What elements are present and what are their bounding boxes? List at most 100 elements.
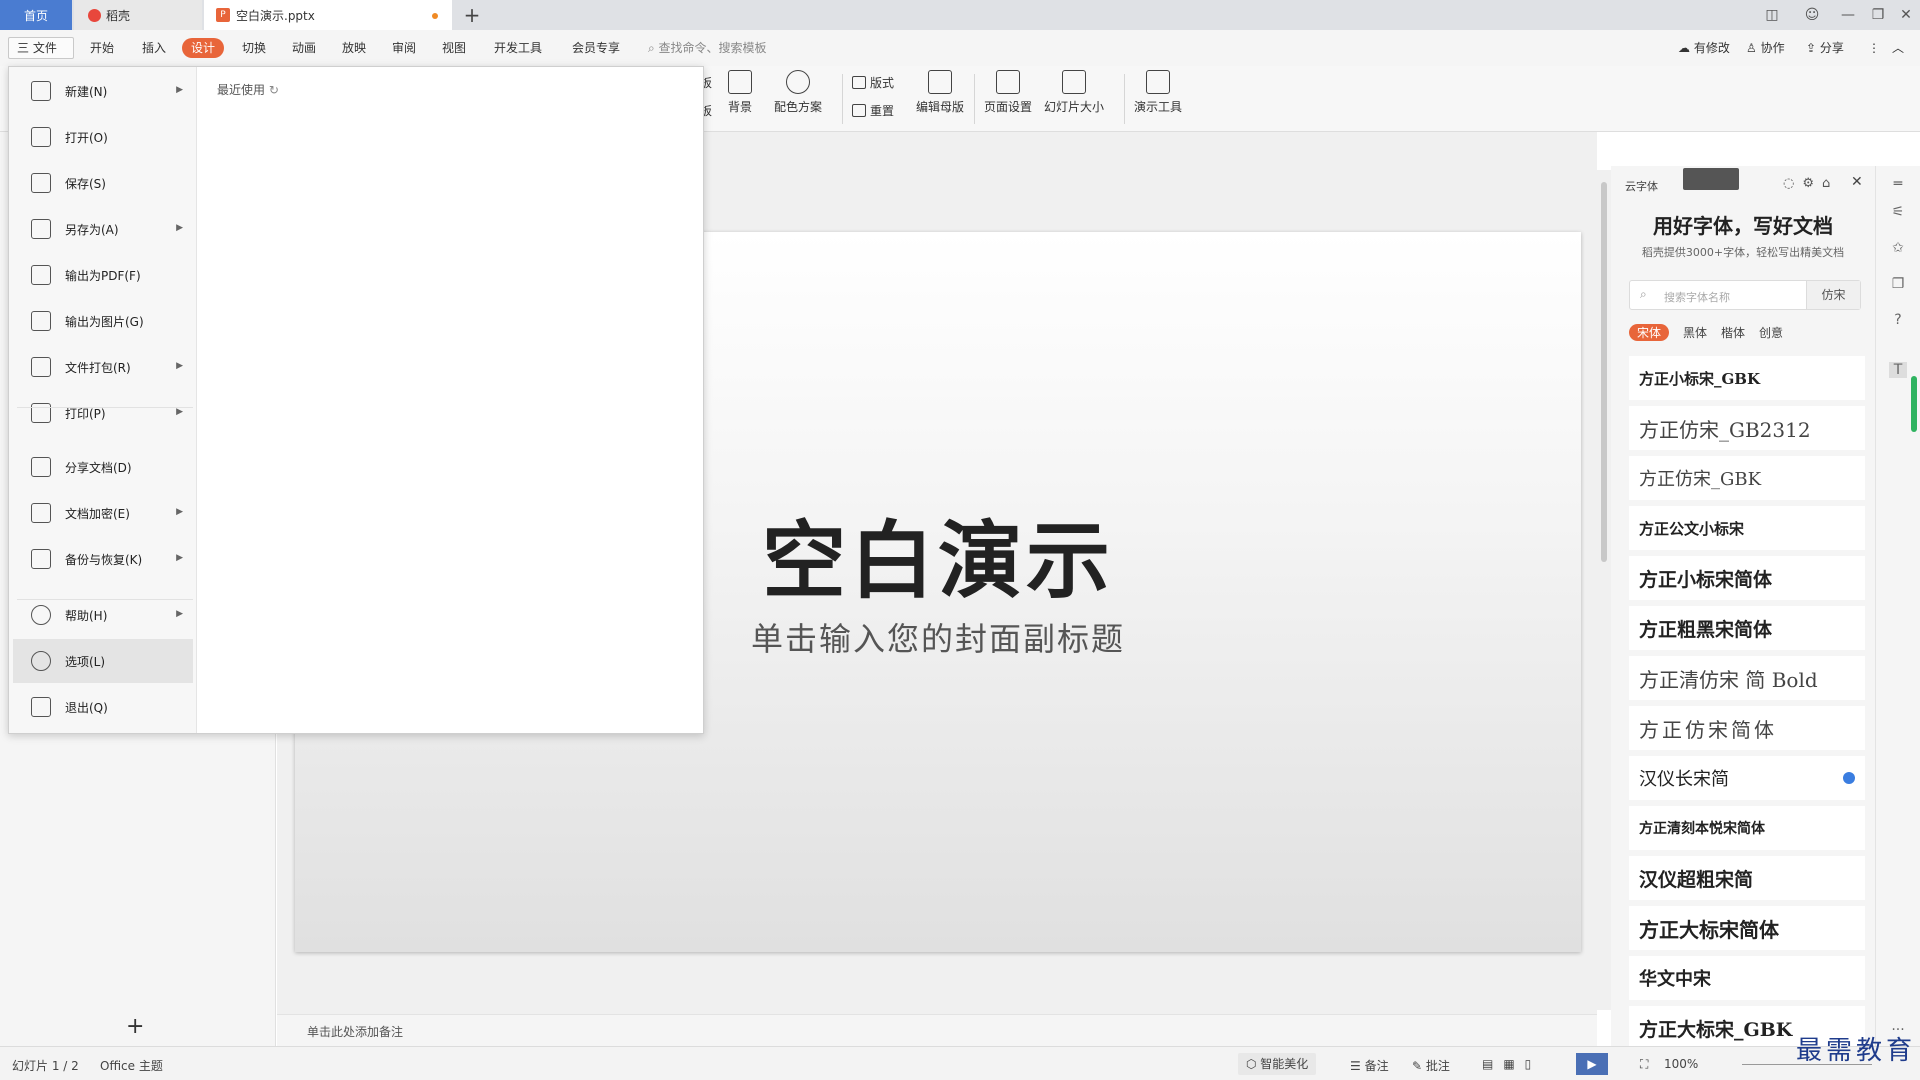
menu-save-as[interactable]: 另存为(A) ▶ [13,207,193,251]
menu-backup[interactable]: 备份与恢复(K) ▶ [13,537,193,581]
copy-icon[interactable]: ❐ [1889,276,1907,292]
font-item[interactable]: 方正仿宋简体 [1629,706,1865,750]
font-item[interactable]: 方正仿宋_GB2312 [1629,406,1865,450]
cloud-font-dropdown[interactable]: 云字体 [1625,178,1658,194]
menu-new[interactable]: 新建(N) ▶ [13,69,193,113]
palette-icon [786,70,810,94]
tab-document[interactable]: P 空白演示.pptx [204,0,452,30]
font-item-hanyi-changsong[interactable]: 汉仪长宋简 [1629,756,1865,800]
slide-size-icon [1062,70,1086,94]
font-search-input[interactable]: ⌕ 搜索字体名称 仿宋 [1629,280,1861,310]
collapse-icon[interactable]: ═ [1889,176,1907,192]
menu-help[interactable]: 帮助(H) ▶ [13,593,193,637]
menu-encrypt[interactable]: 文档加密(E) ▶ [13,491,193,535]
layout-icon[interactable]: ◫ [1756,0,1788,30]
menu-save[interactable]: 保存(S) [13,161,193,205]
collaborate-button[interactable]: ♙ 协作 [1746,38,1785,58]
modified-button[interactable]: ☁ 有修改 [1678,38,1730,58]
color-scheme-button[interactable]: 配色方案 [774,70,822,115]
font-cat-hei[interactable]: 黑体 [1683,324,1707,341]
menu-print[interactable]: 打印(P) ▶ [13,391,193,435]
menu-exit[interactable]: 退出(Q) [13,685,193,729]
menu-package[interactable]: 文件打包(R) ▶ [13,345,193,389]
pin-icon[interactable]: ✩ [1889,240,1907,256]
menu-item-animation[interactable]: 动画 [286,38,322,58]
tab-home[interactable]: 首页 [0,0,72,30]
command-search-placeholder: 查找命令、搜索模板 [658,41,767,55]
arrow-right-icon: ▶ [176,507,183,517]
present-tools-button[interactable]: 演示工具 [1134,70,1182,115]
settings-sliders-icon[interactable]: ⚟ [1889,204,1907,220]
cloud-font-panel: 云字体 ◌⚙⌂ ✕ 用好字体，写好文档 稻壳提供3000+字体，轻松写出精美文档… [1611,166,1875,1050]
avatar[interactable]: ☺ [1796,0,1828,30]
canvas-scrollbar[interactable] [1597,170,1611,1010]
scrollbar-thumb[interactable] [1601,182,1607,562]
notes-area[interactable]: 单击此处添加备注 [277,1014,1597,1046]
font-search-suggest[interactable]: 仿宋 [1806,281,1860,309]
menu-options[interactable]: 选项(L) [13,639,193,683]
menu-open[interactable]: 打开(O) [13,115,193,159]
slide-size-button[interactable]: 幻灯片大小 [1044,70,1104,115]
tab-daoke[interactable]: 稻壳 [74,0,202,30]
menu-export-image[interactable]: 输出为图片(G) [13,299,193,343]
new-tab-button[interactable]: + [458,0,486,30]
background-icon [728,70,752,94]
font-cat-song[interactable]: 宋体 [1629,324,1670,341]
play-slideshow-button[interactable]: ▶ [1576,1053,1608,1075]
zoom-level[interactable]: 100% [1664,1057,1698,1071]
close-panel-icon[interactable]: ✕ [1851,174,1863,190]
font-item[interactable]: 方正粗黑宋简体 [1629,606,1865,650]
panel-tools-icon[interactable]: ◌⚙⌂ [1783,176,1838,191]
font-item[interactable]: 华文中宋 [1629,956,1865,1000]
save-as-icon [31,219,51,239]
help-icon[interactable]: ? [1889,312,1907,328]
edit-master-button[interactable]: 编辑母版 [916,70,964,115]
notes-toggle[interactable]: ☰ 备注 [1350,1057,1389,1074]
font-item[interactable]: 方正小标宋简体 [1629,556,1865,600]
menu-share[interactable]: 分享文档(D) [13,445,193,489]
font-cat-kai[interactable]: 楷体 [1721,324,1745,341]
menu-item-slideshow[interactable]: 放映 [336,38,372,58]
font-item[interactable]: 方正清刻本悦宋简体 [1629,806,1865,850]
command-search[interactable]: ⌕ 查找命令、搜索模板 [648,38,767,58]
menu-item-design[interactable]: 设计 [182,38,225,58]
menu-item-developer[interactable]: 开发工具 [488,38,548,58]
font-item-label: 汉仪长宋简 [1639,769,1729,790]
view-mode-icons[interactable]: ▤▦▯ [1482,1057,1541,1071]
menu-export-image-label: 输出为图片(G) [65,314,144,329]
menu-item-review[interactable]: 审阅 [386,38,422,58]
page-setup-button[interactable]: 页面设置 [984,70,1032,115]
font-item[interactable]: 方正大标宋简体 [1629,906,1865,950]
font-tool-icon[interactable]: T [1889,362,1907,378]
close-window-icon[interactable]: ✕ [1890,0,1920,30]
minimize-icon[interactable]: — [1832,0,1864,30]
font-item[interactable]: 汉仪超粗宋简 [1629,856,1865,900]
background-button[interactable]: 背景 [728,70,752,115]
menu-share-label: 分享文档(D) [65,460,132,475]
theme-name[interactable]: Office 主题 [100,1057,163,1074]
add-slide-button[interactable]: + [126,1014,144,1039]
menu-item-member[interactable]: 会员专享 [566,38,626,58]
cloud-icon: ☁ [1678,41,1694,55]
menu-item-insert[interactable]: 插入 [136,38,172,58]
printer-icon [31,403,51,423]
menu-item-view[interactable]: 视图 [436,38,472,58]
comment-toggle[interactable]: ✎ 批注 [1412,1057,1450,1074]
zoom-fit-icon[interactable]: ⛶ [1640,1057,1648,1072]
layout-button[interactable]: 版式 [852,74,894,91]
font-cat-creative[interactable]: 创意 [1759,324,1783,341]
font-item[interactable]: 方正小标宋_GBK [1629,356,1865,400]
menu-item-start[interactable]: 开始 [84,38,120,58]
font-item[interactable]: 方正清仿宋 简 Bold [1629,656,1865,700]
menu-item-transition[interactable]: 切换 [236,38,272,58]
share-button[interactable]: ⇪ 分享 [1806,38,1844,58]
more-icon[interactable]: ⋮ [1868,38,1880,58]
reset-button[interactable]: 重置 [852,102,894,119]
menu-export-pdf[interactable]: 输出为PDF(F) [13,253,193,297]
font-item[interactable]: 方正仿宋_GBK [1629,456,1865,500]
refresh-icon[interactable]: ↻ [269,83,279,97]
file-menu-button[interactable]: 三 文件 [8,37,74,59]
collapse-ribbon-icon[interactable]: ︿ [1892,38,1904,58]
beautify-button[interactable]: ⬡ 智能美化 [1238,1053,1317,1075]
font-item[interactable]: 方正公文小标宋 [1629,506,1865,550]
